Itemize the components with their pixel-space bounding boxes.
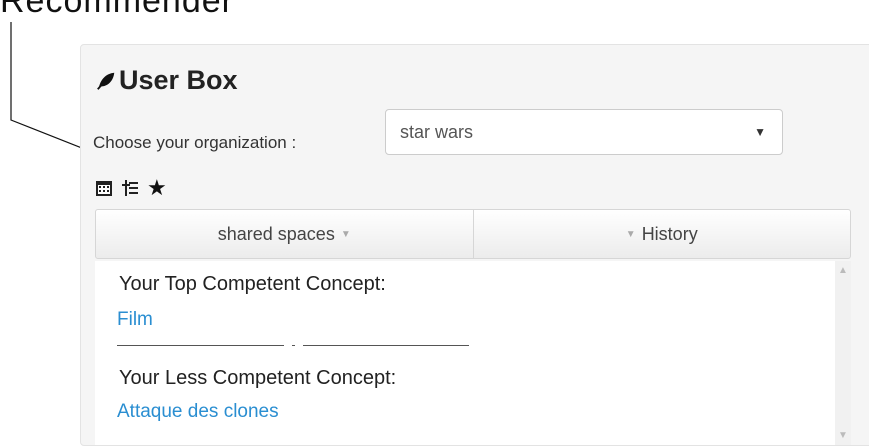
separator bbox=[117, 344, 469, 346]
leaf-icon bbox=[97, 72, 115, 90]
tab-shared-spaces-label: shared spaces bbox=[217, 223, 335, 244]
org-select[interactable]: star wars ▼ bbox=[385, 109, 783, 155]
scroll-down-icon[interactable]: ▼ bbox=[838, 430, 848, 441]
less-concept-label: Your Less Competent Concept: bbox=[119, 367, 397, 389]
org-select-value: star wars bbox=[400, 122, 474, 142]
org-label: Choose your organization : bbox=[93, 133, 297, 152]
top-concept-label: Your Top Competent Concept: bbox=[119, 273, 386, 295]
recommender-callout: Recommender bbox=[0, 0, 234, 20]
user-box-title-text: User Box bbox=[119, 65, 238, 95]
caret-down-icon: ▼ bbox=[340, 228, 351, 240]
tab-bar: shared spaces ▼ ▼ History bbox=[95, 209, 851, 259]
concepts-content: Your Top Competent Concept: Film Your Le… bbox=[95, 261, 851, 445]
user-box-title: User Box bbox=[95, 65, 238, 96]
content-scrollbar[interactable]: ▲ ▼ bbox=[835, 261, 851, 445]
tab-shared-spaces[interactable]: shared spaces ▼ bbox=[96, 210, 473, 258]
star-icon[interactable]: ★ bbox=[147, 177, 167, 199]
less-concept-link[interactable]: Attaque des clones bbox=[117, 401, 279, 423]
tree-list-icon[interactable] bbox=[121, 179, 139, 197]
scroll-up-icon[interactable]: ▲ bbox=[838, 265, 848, 276]
caret-down-icon: ▼ bbox=[625, 228, 636, 240]
user-box-panel: User Box Choose your organization : star… bbox=[80, 44, 869, 446]
top-concept-link[interactable]: Film bbox=[117, 309, 153, 331]
tab-history[interactable]: ▼ History bbox=[472, 210, 851, 258]
calendar-icon[interactable] bbox=[95, 179, 113, 197]
tab-history-label: History bbox=[641, 223, 698, 244]
toolbar-icons: ★ bbox=[95, 177, 167, 199]
caret-down-icon: ▼ bbox=[754, 125, 766, 139]
